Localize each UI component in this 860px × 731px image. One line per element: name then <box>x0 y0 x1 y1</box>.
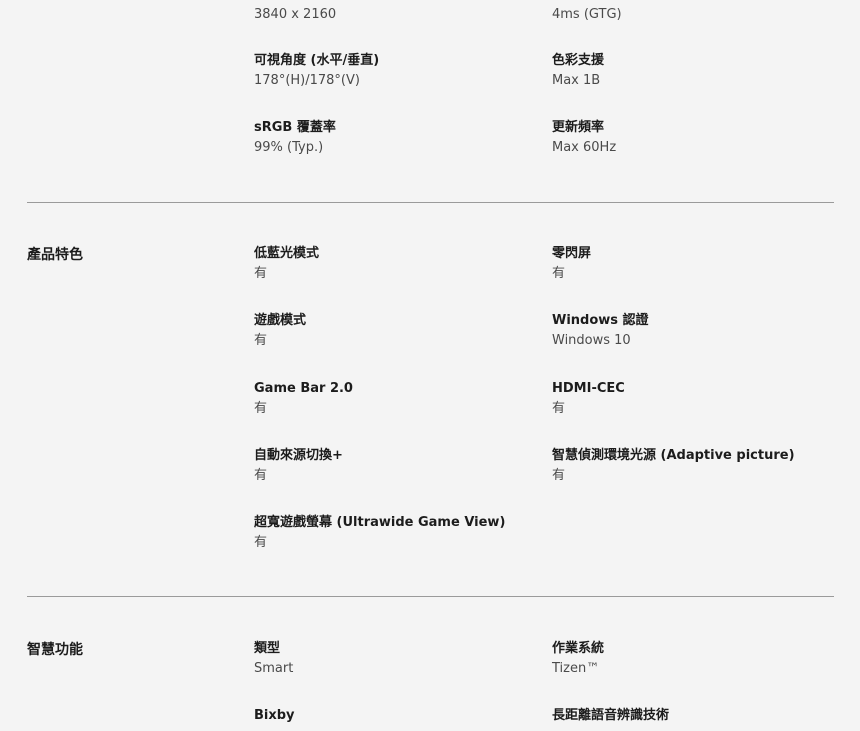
spec-label: 作業系統 <box>552 641 605 656</box>
spec-hdmi-cec: HDMI-CEC 有 <box>552 379 832 419</box>
section-divider <box>27 596 834 597</box>
spec-value: Tizen™ <box>552 661 600 676</box>
spec-value: Max 60Hz <box>552 140 617 155</box>
spec-value: 有 <box>552 468 566 483</box>
spec-value: 有 <box>254 333 268 348</box>
spec-game-mode: 遊戲模式 有 <box>254 311 534 351</box>
spec-bixby: Bixby <box>254 706 534 726</box>
spec-operating-system: 作業系統 Tizen™ <box>552 639 832 679</box>
spec-resolution: 3840 x 2160 <box>254 5 534 25</box>
spec-label: 超寬遊戲螢幕 (Ultrawide Game View) <box>254 515 506 530</box>
section-divider <box>27 202 834 203</box>
spec-value: 有 <box>254 468 268 483</box>
spec-value: Smart <box>254 661 294 676</box>
spec-label: 色彩支援 <box>552 53 605 68</box>
spec-color-support: 色彩支援 Max 1B <box>552 51 832 91</box>
spec-label: 低藍光模式 <box>254 246 320 261</box>
spec-value: 有 <box>254 535 268 550</box>
spec-value: Windows 10 <box>552 333 631 348</box>
spec-value: 有 <box>552 401 566 416</box>
spec-ultrawide-game-view: 超寬遊戲螢幕 (Ultrawide Game View) 有 <box>254 513 534 553</box>
spec-value: Max 1B <box>552 73 601 88</box>
spec-low-blue-light: 低藍光模式 有 <box>254 244 534 284</box>
spec-far-field-voice: 長距離語音辨識技術 <box>552 706 832 726</box>
spec-value: 3840 x 2160 <box>254 7 337 22</box>
spec-response-time: 4ms (GTG) <box>552 5 832 25</box>
spec-value: 有 <box>254 401 268 416</box>
spec-viewing-angle: 可視角度 (水平/垂直) 178°(H)/178°(V) <box>254 51 534 91</box>
spec-label: HDMI-CEC <box>552 381 625 396</box>
spec-value: 99% (Typ.) <box>254 140 324 155</box>
section-title-smart: 智慧功能 <box>27 642 83 658</box>
spec-value: 有 <box>254 266 268 281</box>
spec-label: 長距離語音辨識技術 <box>552 708 670 723</box>
spec-label: Bixby <box>254 708 295 723</box>
spec-label: 智慧偵測環境光源 (Adaptive picture) <box>552 448 795 463</box>
spec-windows-cert: Windows 認證 Windows 10 <box>552 311 832 351</box>
spec-label: Windows 認證 <box>552 313 649 328</box>
spec-label: 零閃屏 <box>552 246 592 261</box>
spec-value: 有 <box>552 266 566 281</box>
spec-value: 178°(H)/178°(V) <box>254 73 360 88</box>
spec-label: 類型 <box>254 641 281 656</box>
spec-label: 更新頻率 <box>552 120 605 135</box>
spec-label: 可視角度 (水平/垂直) <box>254 53 380 68</box>
spec-label: sRGB 覆蓋率 <box>254 120 336 135</box>
spec-refresh-rate: 更新頻率 Max 60Hz <box>552 118 832 158</box>
spec-game-bar: Game Bar 2.0 有 <box>254 379 534 419</box>
spec-value: 4ms (GTG) <box>552 7 622 22</box>
spec-srgb-coverage: sRGB 覆蓋率 99% (Typ.) <box>254 118 534 158</box>
spec-auto-source-switch: 自動來源切換+ 有 <box>254 446 534 486</box>
spec-adaptive-picture: 智慧偵測環境光源 (Adaptive picture) 有 <box>552 446 832 486</box>
spec-smart-type: 類型 Smart <box>254 639 534 679</box>
spec-label: Game Bar 2.0 <box>254 381 353 396</box>
spec-flicker-free: 零閃屏 有 <box>552 244 832 284</box>
spec-label: 遊戲模式 <box>254 313 307 328</box>
section-title-features: 產品特色 <box>27 247 83 263</box>
spec-label: 自動來源切換+ <box>254 448 343 463</box>
